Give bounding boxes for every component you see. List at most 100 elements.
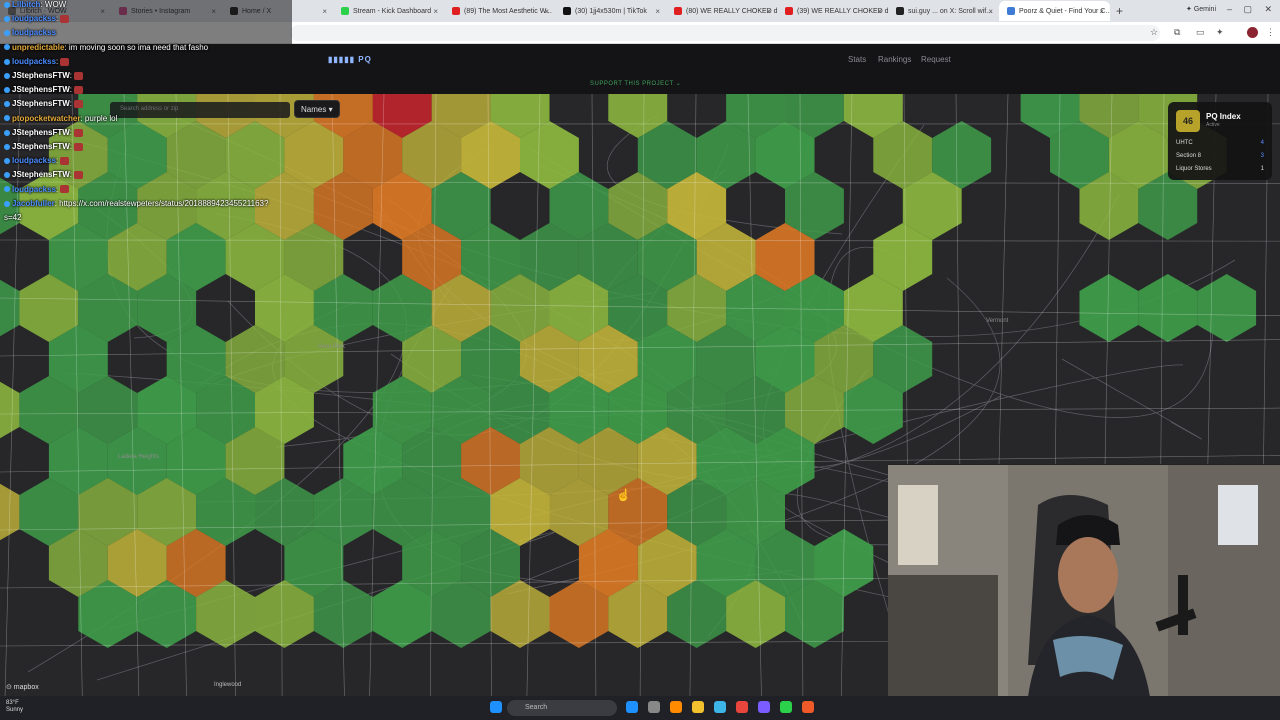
nav-stats[interactable]: Stats — [848, 55, 866, 64]
chat-username[interactable]: loudpackss — [12, 185, 56, 194]
chat-username[interactable]: loudpackss — [12, 156, 56, 165]
chat-badge-icon — [4, 72, 10, 79]
chat-text: : — [69, 99, 73, 109]
label-vermont: Vermont — [986, 318, 1009, 324]
sidebar-icon[interactable]: ▭ — [1196, 27, 1205, 38]
taskbar-app-icon[interactable] — [626, 701, 638, 713]
chat-username[interactable]: JStephensFTW — [12, 170, 70, 179]
chat-emote-icon — [60, 57, 70, 66]
hex-cell[interactable] — [1138, 274, 1198, 342]
chat-emote-icon — [74, 128, 84, 137]
tab-favicon-icon — [674, 7, 682, 15]
chat-text: : im moving soon so ima need that fasho — [64, 42, 209, 52]
nav-request[interactable]: Request — [921, 55, 951, 64]
screen: Lilbitch · WOW×Stories • Instagram×Home … — [0, 0, 1280, 720]
tab-title: Stream - Kick Dashboard — [353, 7, 432, 15]
chat-message: unpredictable: im moving soon so ima nee… — [4, 43, 208, 52]
chat-text: : — [69, 85, 73, 95]
tab-close-icon[interactable]: × — [544, 7, 549, 16]
avatar[interactable] — [1247, 27, 1258, 38]
close-icon[interactable]: ✕ — [1264, 4, 1272, 15]
browser-tab[interactable]: Poorz & Quiet - Find Your C... × — [999, 1, 1110, 21]
taskbar-app-icon[interactable] — [692, 701, 704, 713]
chat-username[interactable]: JStephensFTW — [12, 142, 70, 151]
chat-username[interactable]: Jacobfuller — [12, 199, 55, 208]
tab-close-icon[interactable]: × — [655, 7, 660, 16]
nav-rankings[interactable]: Rankings — [878, 55, 911, 64]
chat-emote-icon — [74, 100, 84, 109]
chat-username[interactable]: JStephensFTW — [12, 99, 70, 108]
chat-text: : WOW — [40, 0, 67, 9]
chat-username[interactable]: Lilbitch — [12, 0, 40, 9]
extensions-icon[interactable]: ⧉ — [1174, 27, 1180, 38]
hex-cell[interactable] — [1197, 274, 1257, 342]
weather-widget[interactable]: 83°F Sunny — [6, 700, 23, 714]
label-ladera: Ladera Heights — [118, 454, 159, 460]
mapbox-logo[interactable]: ⊙ mapbox — [6, 683, 39, 691]
gemini-icon[interactable]: ✦ — [1216, 27, 1224, 38]
chat-username[interactable]: loudpackss — [12, 28, 56, 37]
chat-username[interactable]: JStephensFTW — [12, 128, 70, 137]
hex-cell[interactable] — [0, 376, 20, 444]
tab-favicon-icon — [896, 7, 904, 15]
pq-row-section8: Section 8 3 — [1176, 153, 1264, 159]
chat-badge-icon — [4, 115, 10, 122]
chat-message: JStephensFTW: — [4, 71, 84, 80]
chat-username[interactable]: unpredictable — [12, 43, 64, 52]
browser-tab[interactable]: sui.guy ... on X: Scroll wif... × — [888, 1, 999, 21]
support-link[interactable]: SUPPORT THIS PROJECT ⌄ — [590, 80, 681, 87]
weather-temp: 83°F — [6, 700, 19, 706]
tab-favicon-icon — [1007, 7, 1015, 15]
chat-message: JStephensFTW: — [4, 170, 84, 180]
stream-chat-overlay: Lilbitch: WOW loudpackss: loudpackss unpred… — [0, 0, 292, 222]
menu-icon[interactable]: ⋮ — [1266, 27, 1275, 38]
new-tab-button[interactable]: + — [1116, 4, 1123, 18]
browser-tab[interactable]: (39) WE REALLY CHOKED d... × — [777, 1, 888, 21]
chat-emote-icon — [74, 86, 84, 95]
chat-username[interactable]: loudpackss — [12, 57, 56, 66]
chat-username[interactable]: JStephensFTW — [12, 85, 70, 94]
tab-close-icon[interactable]: × — [322, 7, 327, 16]
star-icon[interactable]: ☆ — [1150, 27, 1158, 38]
tab-close-icon[interactable]: × — [877, 7, 882, 16]
tab-close-icon[interactable]: × — [433, 7, 438, 16]
chat-text: : — [69, 142, 73, 151]
gemini-button[interactable]: ✦ Gemini — [1186, 5, 1216, 13]
browser-tab[interactable]: Stream - Kick Dashboard × — [333, 1, 444, 21]
hex-cell[interactable] — [1079, 274, 1139, 342]
chat-badge-icon — [4, 158, 10, 165]
site-logo[interactable]: ▮▮▮▮▮ PQ — [328, 55, 372, 64]
chat-username[interactable]: ptopocketwatcher — [12, 114, 80, 123]
minimize-icon[interactable]: – — [1227, 4, 1232, 14]
taskbar-app-icon[interactable] — [736, 701, 748, 713]
chat-username[interactable]: JStephensFTW — [12, 71, 70, 80]
pq-row-value: 1 — [1260, 166, 1264, 172]
taskbar-app-icon[interactable] — [670, 701, 682, 713]
browser-tab[interactable]: (89) The Most Aesthetic W... × — [444, 1, 555, 21]
tab-close-icon[interactable]: × — [988, 7, 993, 16]
maximize-icon[interactable]: ▢ — [1243, 4, 1252, 15]
chat-username[interactable]: loudpackss — [12, 14, 56, 23]
taskbar-app-icon[interactable] — [714, 701, 726, 713]
tab-close-icon[interactable]: × — [766, 7, 771, 16]
tab-close-icon[interactable]: × — [1099, 7, 1104, 16]
pq-subtitle: Active — [1206, 122, 1220, 128]
chat-message: JStephensFTW: — [4, 128, 84, 137]
taskbar-search-input[interactable]: Search — [507, 700, 617, 716]
names-dropdown[interactable]: Names ▾ — [294, 100, 340, 118]
tab-favicon-icon — [563, 7, 571, 15]
tab-title: (30) 1jj4x530m | TikTok — [575, 7, 647, 15]
chat-badge-icon — [4, 58, 10, 65]
taskbar-app-icon[interactable] — [758, 701, 770, 713]
windows-start-icon[interactable] — [490, 701, 502, 713]
tab-title: Poorz & Quiet - Find Your C... — [1019, 7, 1110, 15]
taskbar-app-icon[interactable] — [780, 701, 792, 713]
browser-tab[interactable]: (80) WE REALLY CHOKED d... × — [666, 1, 777, 21]
taskbar-app-icon[interactable] — [648, 701, 660, 713]
chat-emote-icon — [74, 171, 84, 180]
browser-tab[interactable]: (30) 1jj4x530m | TikTok × — [555, 1, 666, 21]
chat-text: : https://x.com/realstewpeters/status/20… — [54, 198, 269, 208]
url-input[interactable] — [290, 25, 1160, 41]
taskbar-app-icon[interactable] — [802, 701, 814, 713]
hex-cell[interactable] — [0, 274, 20, 342]
